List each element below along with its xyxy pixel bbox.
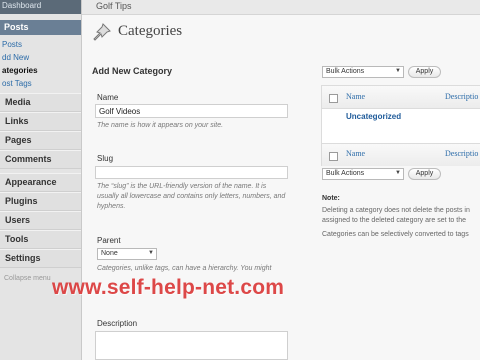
sidebar-item-label: Dashboard	[2, 1, 42, 10]
sidebar-item-label: Comments	[5, 154, 52, 164]
parent-label: Parent	[97, 236, 121, 245]
slug-input[interactable]	[95, 166, 288, 179]
apply-button[interactable]: Apply	[408, 66, 441, 78]
sidebar-item-comments[interactable]: Comments	[0, 150, 81, 169]
sidebar-item-plugins[interactable]: Plugins	[0, 192, 81, 211]
watermark-text: www.self-help-net.com	[52, 276, 285, 299]
bulk-actions-select[interactable]: Bulk Actions ▼	[322, 66, 404, 78]
column-description-footer[interactable]: Descriptio	[445, 149, 478, 158]
sidebar-item-posts[interactable]: Posts	[0, 20, 81, 35]
parent-hint: Categories, unlike tags, can have a hier…	[97, 265, 272, 272]
admin-sidebar: Dashboard Posts Posts dd New ategories o…	[0, 0, 82, 360]
sidebar-item-label: Appearance	[5, 177, 57, 187]
parent-select[interactable]: None ▼	[97, 248, 157, 260]
note-line: Deleting a category does not delete the …	[322, 207, 470, 214]
sidebar-item-label: Users	[5, 215, 31, 225]
sidebar-item-users[interactable]: Users	[0, 211, 81, 230]
sidebar-item-label: Plugins	[5, 196, 38, 206]
bulk-actions-value: Bulk Actions	[326, 170, 365, 177]
slug-hint: The “slug” is the URL-friendly version o…	[97, 183, 286, 210]
name-label: Name	[97, 93, 119, 102]
select-all-checkbox[interactable]	[329, 94, 338, 103]
bulk-actions-select-bottom[interactable]: Bulk Actions ▼	[322, 168, 404, 180]
column-name-footer[interactable]: Name	[346, 149, 365, 158]
submenu-item-post-tags[interactable]: ost Tags	[2, 79, 32, 88]
sidebar-item-pages[interactable]: Pages	[0, 131, 81, 150]
apply-button-bottom[interactable]: Apply	[408, 168, 441, 180]
sidebar-item-label: Media	[5, 97, 31, 107]
description-textarea[interactable]	[95, 331, 288, 360]
category-link-uncategorized[interactable]: Uncategorized	[346, 112, 401, 121]
description-label: Description	[97, 319, 138, 328]
sidebar-item-label: Links	[5, 116, 29, 126]
sidebar-item-label: Tools	[5, 234, 29, 244]
form-heading: Add New Category	[92, 66, 173, 76]
categories-table: Name Descriptio Uncategorized Name Descr…	[321, 85, 480, 166]
sidebar-item-label: Settings	[5, 253, 41, 263]
sidebar-item-links[interactable]: Links	[0, 112, 81, 131]
page-title: Categories	[118, 23, 183, 39]
bulk-actions-value: Bulk Actions	[326, 68, 365, 75]
name-hint: The name is how it appears on your site.	[97, 122, 224, 129]
chevron-down-icon: ▼	[148, 250, 154, 256]
name-input[interactable]: Golf Videos	[95, 104, 288, 118]
note-line: Categories can be selectively converted …	[322, 231, 469, 238]
sidebar-item-settings[interactable]: Settings	[0, 249, 81, 268]
table-header: Name Descriptio	[322, 86, 480, 109]
submenu-item-categories[interactable]: ategories	[2, 66, 38, 75]
pushpin-icon	[93, 23, 111, 41]
sidebar-item-media[interactable]: Media	[0, 93, 81, 112]
sidebar-item-appearance[interactable]: Appearance	[0, 173, 81, 192]
chevron-down-icon: ▼	[395, 68, 401, 74]
table-footer: Name Descriptio	[322, 143, 480, 166]
slug-label: Slug	[97, 154, 114, 163]
sidebar-item-label: Posts	[4, 22, 29, 32]
site-title[interactable]: Golf Tips	[96, 1, 132, 11]
parent-select-value: None	[101, 250, 118, 257]
note-line: assigned to the deleted category are set…	[322, 217, 466, 224]
chevron-down-icon: ▼	[395, 170, 401, 176]
submenu-item-posts[interactable]: Posts	[2, 40, 22, 49]
column-name-header[interactable]: Name	[346, 92, 365, 101]
sidebar-item-tools[interactable]: Tools	[0, 230, 81, 249]
select-all-checkbox-footer[interactable]	[329, 152, 338, 161]
sidebar-item-dashboard[interactable]: Dashboard	[0, 0, 81, 14]
column-description-header[interactable]: Descriptio	[445, 92, 478, 101]
note-title: Note:	[322, 195, 340, 202]
sidebar-item-label: Pages	[5, 135, 32, 145]
submenu-item-add-new[interactable]: dd New	[2, 53, 29, 62]
site-header: Golf Tips	[82, 0, 480, 15]
collapse-menu-link[interactable]: Collapse menu	[4, 275, 51, 282]
